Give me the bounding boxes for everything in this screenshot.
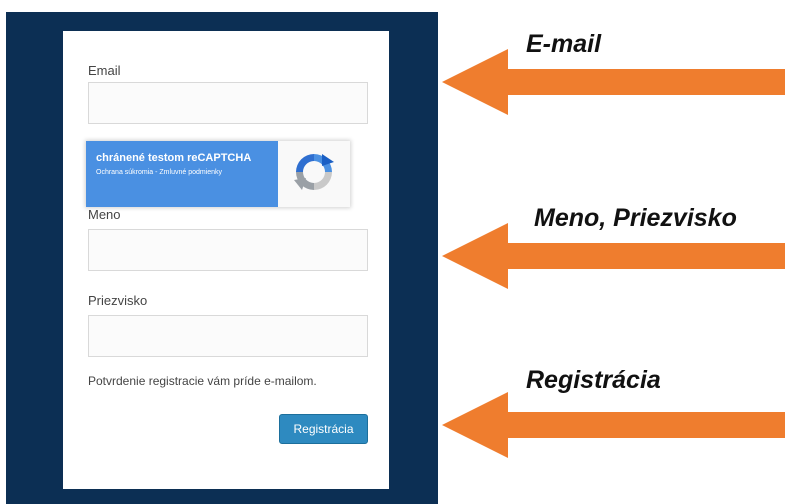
recaptcha-title: chránené testom reCAPTCHA (96, 152, 252, 164)
recaptcha-logo-area (278, 141, 350, 207)
first-name-label: Meno (88, 207, 121, 222)
last-name-field[interactable] (88, 315, 368, 357)
left-arrow-icon (442, 49, 785, 115)
recaptcha-logo-icon (294, 154, 334, 190)
recaptcha-info-panel: chránené testom reCAPTCHA Ochrana súkrom… (86, 141, 278, 207)
confirmation-notice: Potvrdenie registracie vám príde e-mailo… (88, 374, 317, 388)
register-button[interactable]: Registrácia (279, 414, 368, 444)
email-field[interactable] (88, 82, 368, 124)
recaptcha-badge[interactable]: chránené testom reCAPTCHA Ochrana súkrom… (86, 141, 350, 207)
first-name-field[interactable] (88, 229, 368, 271)
left-arrow-icon (442, 392, 785, 458)
screenshot-canvas: Email chránené testom reCAPTCHA Ochrana … (0, 0, 798, 504)
left-arrow-icon (442, 223, 785, 289)
last-name-label: Priezvisko (88, 293, 148, 308)
recaptcha-links[interactable]: Ochrana súkromia - Zmluvné podmienky (96, 169, 222, 176)
email-label: Email (88, 63, 121, 78)
